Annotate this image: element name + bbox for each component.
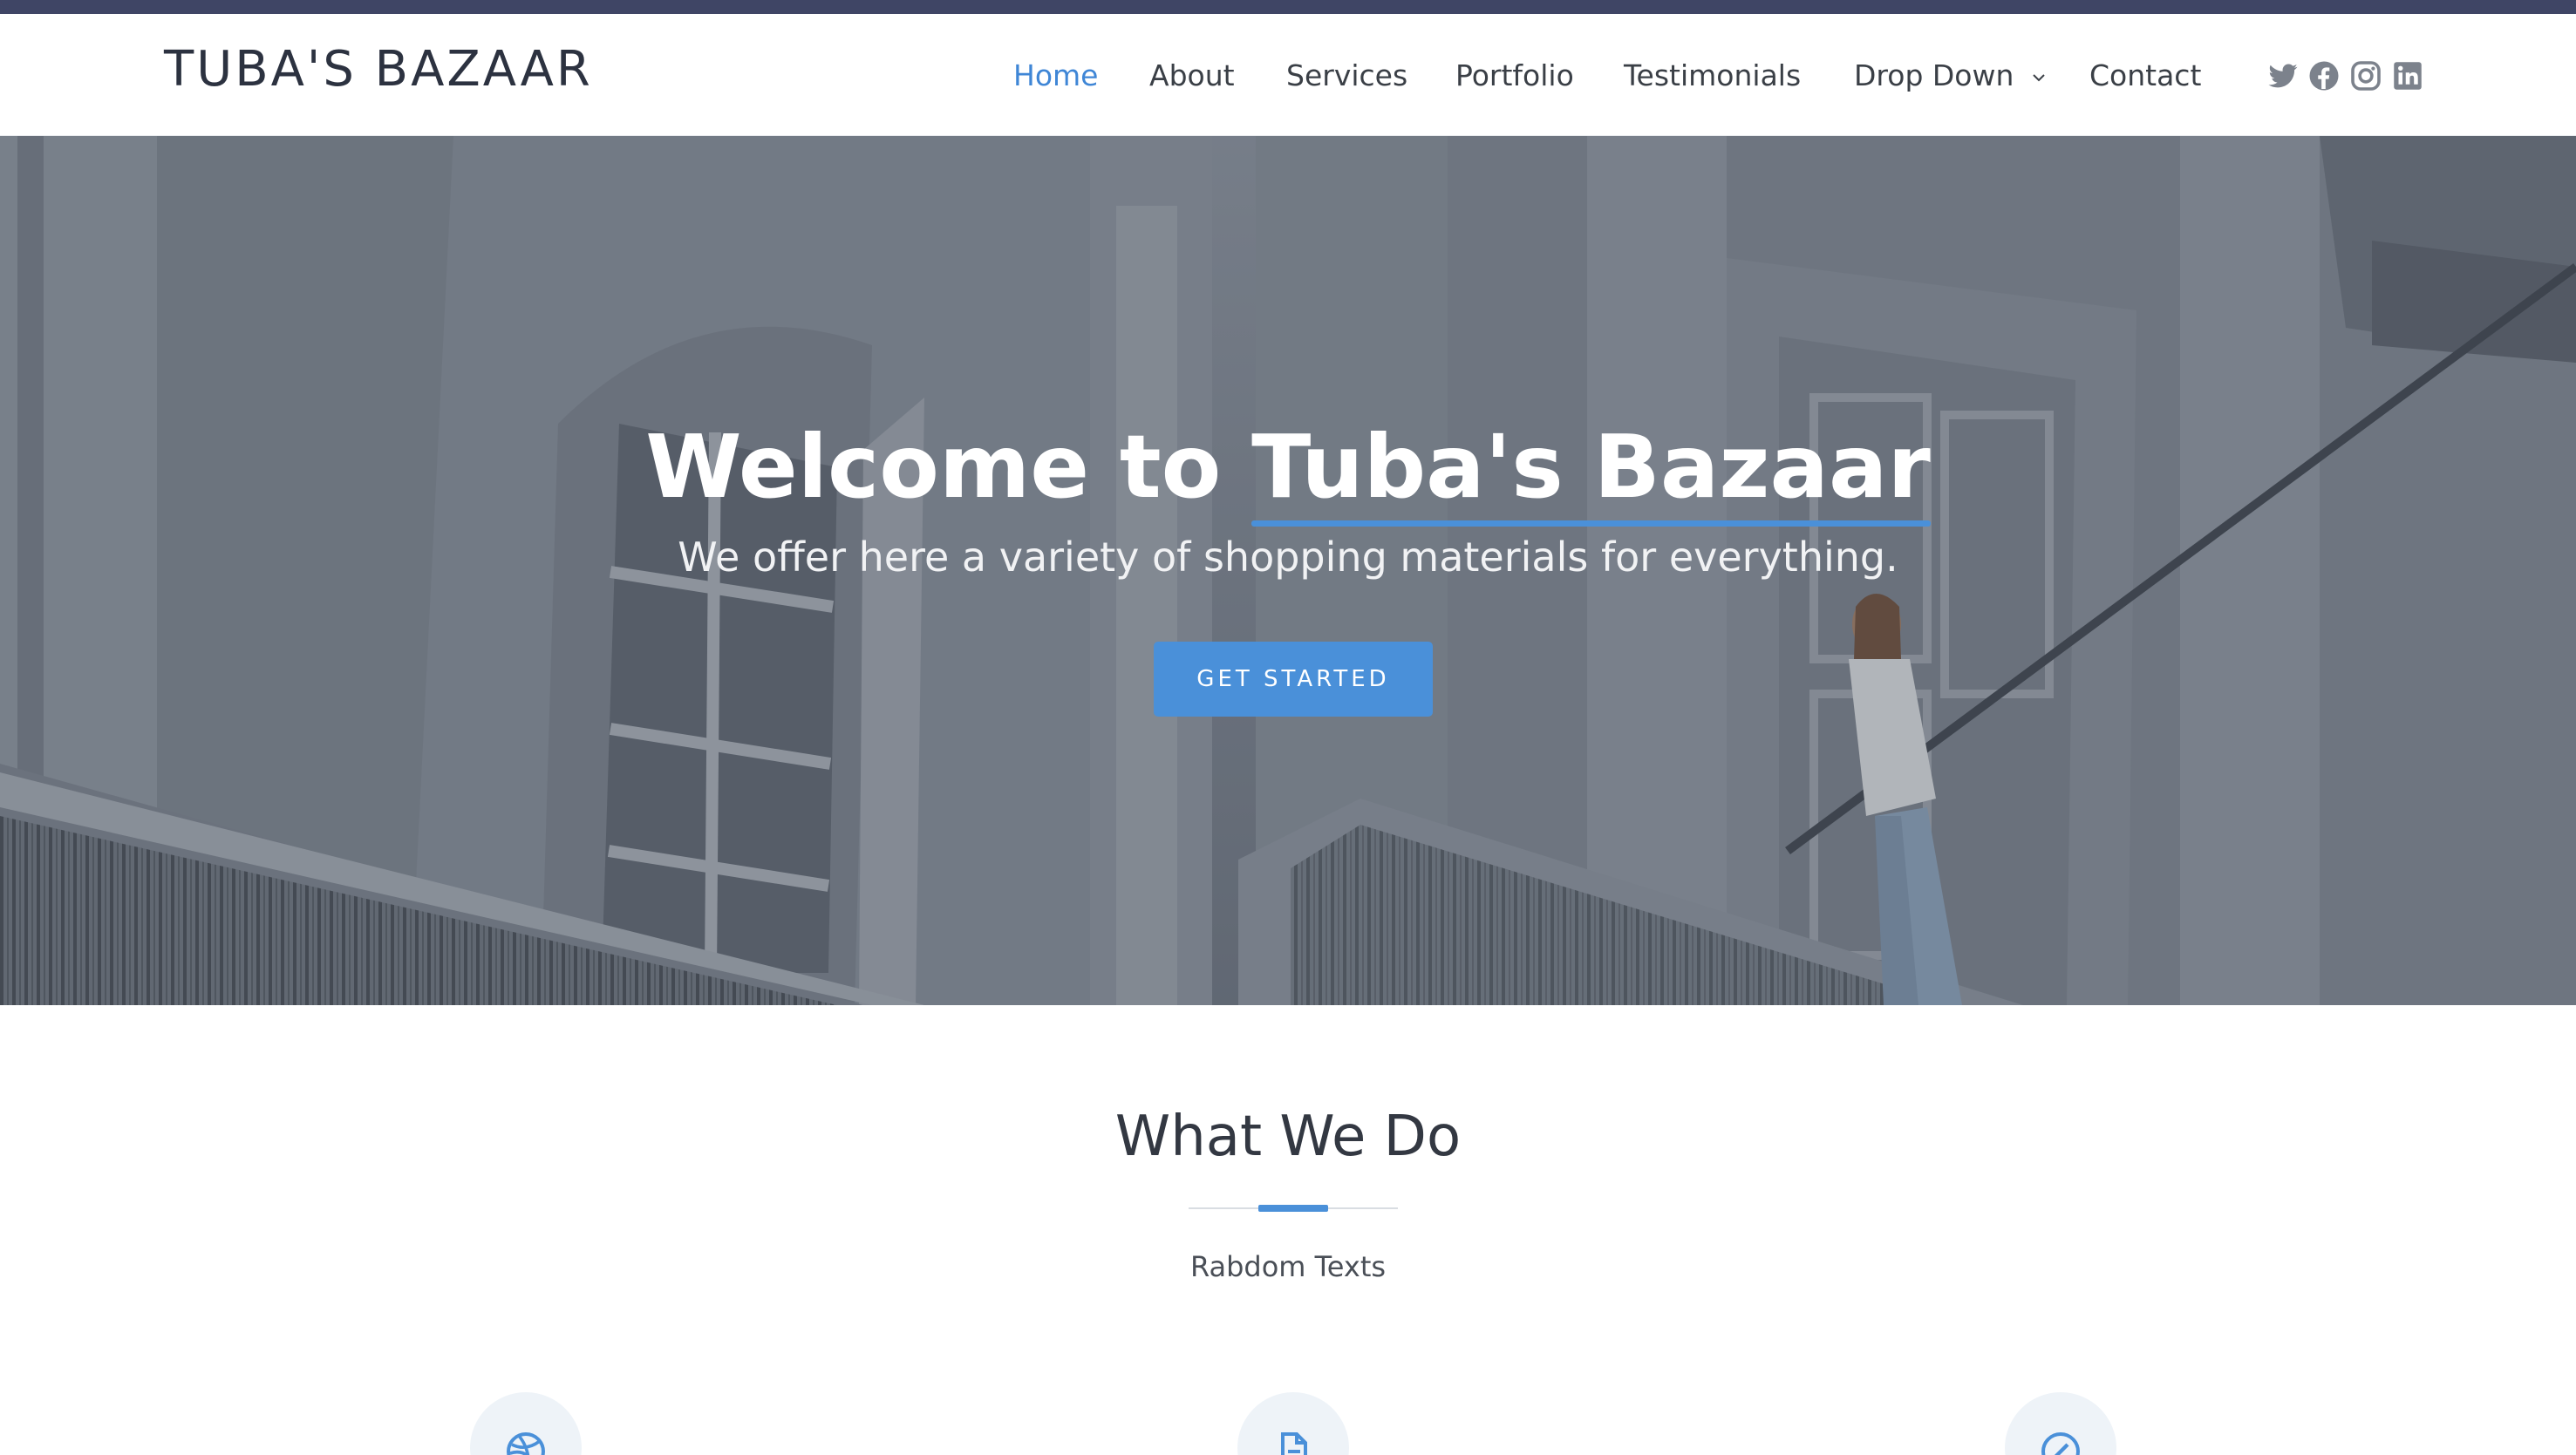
twitter-icon[interactable] — [2267, 60, 2299, 92]
section-divider-accent — [1258, 1205, 1328, 1212]
compass-icon — [2041, 1432, 2080, 1455]
feature-card-2[interactable] — [1237, 1392, 1349, 1455]
document-icon — [1281, 1432, 1307, 1455]
nav-testimonials[interactable]: Testimonials — [1624, 61, 1801, 90]
hero-title: Welcome to Tuba's Bazaar — [0, 416, 2576, 527]
nav-services[interactable]: Services — [1286, 61, 1407, 90]
nav-about[interactable]: About — [1149, 61, 1235, 90]
feature-card-3[interactable] — [2005, 1392, 2116, 1455]
hero-title-prefix: Welcome to — [645, 416, 1222, 518]
nav-home[interactable]: Home — [1013, 61, 1098, 90]
top-accent-bar — [0, 0, 2576, 14]
nav-dropdown-label: Drop Down — [1854, 58, 2014, 92]
get-started-button[interactable]: GET STARTED — [1154, 642, 1433, 717]
site-header: TUBA'S BAZAAR Home About Services Portfo… — [0, 14, 2576, 136]
feature-card-1[interactable] — [470, 1392, 582, 1455]
facebook-icon[interactable] — [2308, 60, 2340, 92]
hero-title-brand: Tuba's Bazaar — [1251, 416, 1931, 527]
section-subtitle: Rabdom Texts — [1189, 1250, 1387, 1283]
hero-section: Welcome to Tuba's Bazaar We offer here a… — [0, 136, 2576, 1005]
dribbble-icon — [507, 1432, 545, 1455]
nav-dropdown[interactable]: Drop Down — [1854, 61, 2048, 90]
instagram-icon[interactable] — [2350, 60, 2382, 92]
nav-contact[interactable]: Contact — [2089, 61, 2201, 90]
site-logo[interactable]: TUBA'S BAZAAR — [164, 45, 593, 94]
section-title: What We Do — [1114, 1105, 1462, 1169]
chevron-down-icon — [2033, 73, 2045, 81]
linkedin-icon[interactable] — [2392, 60, 2423, 92]
hero-subtitle: We offer here a variety of shopping mate… — [678, 534, 1898, 581]
nav-portfolio[interactable]: Portfolio — [1455, 61, 1574, 90]
